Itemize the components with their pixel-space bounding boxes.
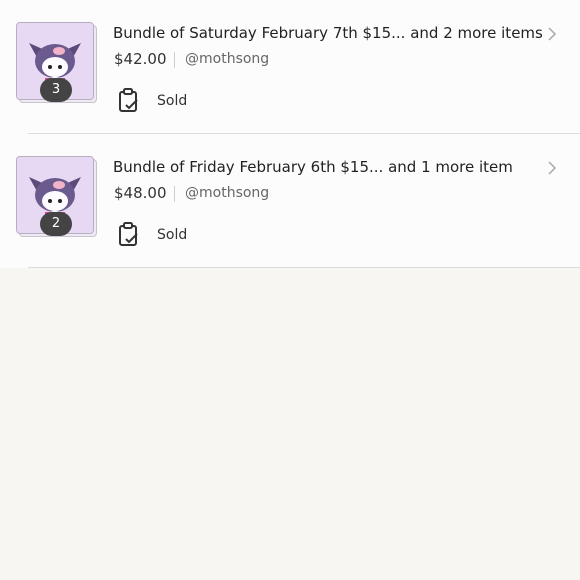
order-price: $42.00 [114, 50, 167, 68]
bundle-thumbnail: 2 [16, 156, 97, 237]
row-divider [28, 267, 580, 268]
order-title: Bundle of Saturday February 7th $15... a… [113, 24, 543, 42]
order-row[interactable]: 3 Bundle of Saturday February 7th $15...… [0, 0, 580, 134]
clipboard-check-icon [119, 88, 138, 112]
order-status: Sold [157, 93, 188, 109]
item-count-badge: 2 [40, 212, 72, 236]
chevron-right-icon[interactable] [546, 160, 558, 176]
seller-username[interactable]: @mothsong [185, 185, 269, 201]
order-price: $48.00 [114, 184, 167, 202]
bundle-thumbnail: 3 [16, 22, 97, 103]
price-seller-divider [174, 186, 175, 202]
seller-username[interactable]: @mothsong [185, 51, 269, 67]
order-title: Bundle of Friday February 6th $15... and… [113, 158, 513, 176]
clipboard-check-icon [119, 222, 138, 246]
item-count-badge: 3 [40, 78, 72, 102]
chevron-right-icon[interactable] [546, 26, 558, 42]
order-list: 3 Bundle of Saturday February 7th $15...… [0, 0, 580, 268]
price-seller-divider [174, 52, 175, 68]
order-status: Sold [157, 227, 188, 243]
order-row[interactable]: 2 Bundle of Friday February 6th $15... a… [0, 134, 580, 268]
